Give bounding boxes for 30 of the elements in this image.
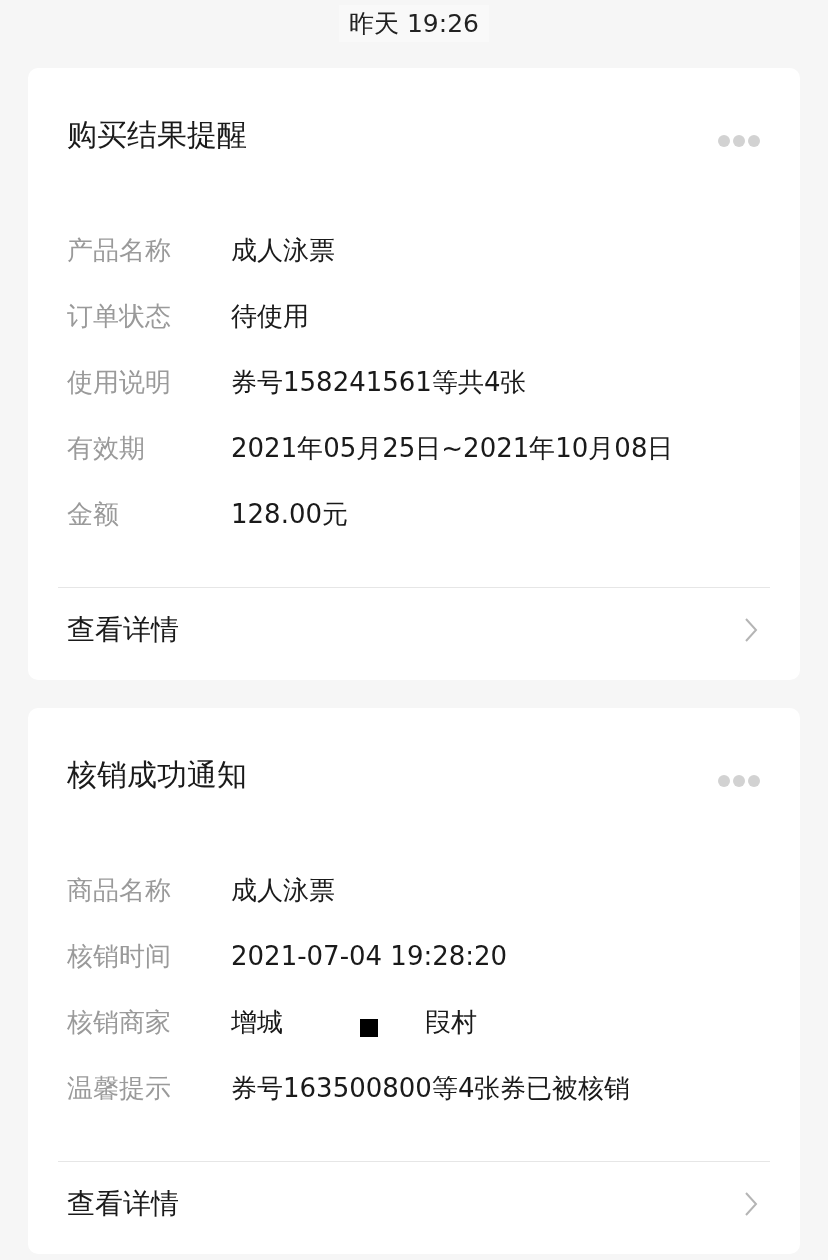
card-title: 购买结果提醒 bbox=[67, 116, 247, 154]
card-title: 核销成功通知 bbox=[67, 756, 247, 794]
field-label: 核销商家 bbox=[67, 1005, 172, 1039]
field-label: 商品名称 bbox=[67, 873, 172, 907]
field-value: 叚村 bbox=[425, 1005, 477, 1039]
field-value: 2021年05月25日~2021年10月08日 bbox=[231, 431, 674, 465]
field-value: 成人泳票 bbox=[231, 233, 335, 267]
field-value: 成人泳票 bbox=[231, 873, 335, 907]
field-label: 核销时间 bbox=[67, 939, 172, 973]
chevron-right-icon bbox=[744, 617, 758, 643]
field-label: 金额 bbox=[67, 497, 120, 531]
field-label: 订单状态 bbox=[67, 299, 172, 333]
field-value: 128.00元 bbox=[231, 497, 348, 531]
details-link[interactable]: 查看详情 bbox=[58, 587, 770, 672]
field-label: 温馨提示 bbox=[67, 1071, 172, 1105]
field-value: 券号158241561等共4张 bbox=[231, 365, 527, 399]
more-icon[interactable] bbox=[718, 775, 760, 787]
field-label: 使用说明 bbox=[67, 365, 172, 399]
field-label: 产品名称 bbox=[67, 233, 172, 267]
details-label: 查看详情 bbox=[67, 612, 179, 648]
field-label: 有效期 bbox=[67, 431, 146, 465]
field-value: 2021-07-04 19:28:20 bbox=[231, 941, 508, 971]
details-label: 查看详情 bbox=[67, 1186, 179, 1222]
field-value: 待使用 bbox=[231, 299, 309, 333]
field-value: 增城 bbox=[231, 1005, 283, 1039]
field-value: 券号163500800等4张券已被核销 bbox=[231, 1071, 631, 1105]
chevron-right-icon bbox=[744, 1191, 758, 1217]
redaction-mark bbox=[360, 1019, 378, 1037]
details-link[interactable]: 查看详情 bbox=[58, 1161, 770, 1246]
more-icon[interactable] bbox=[718, 135, 760, 147]
